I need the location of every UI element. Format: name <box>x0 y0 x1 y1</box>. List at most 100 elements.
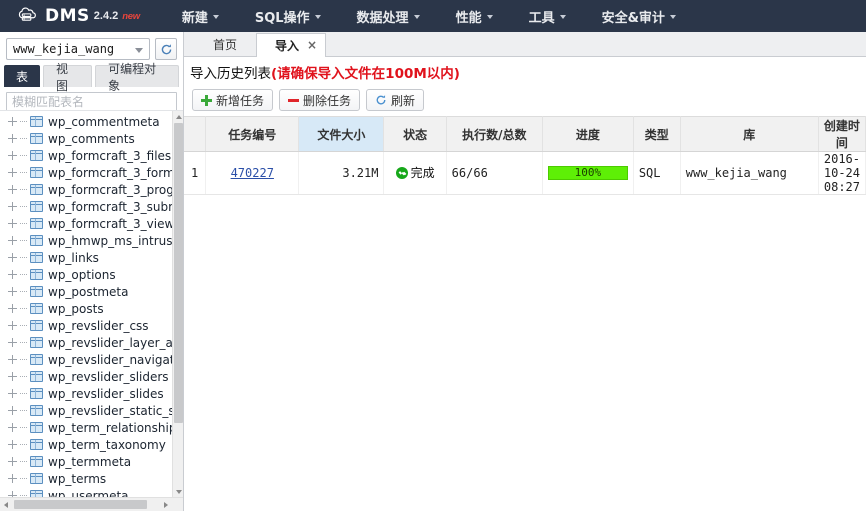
nav-data-process[interactable]: 数据处理 <box>339 0 438 32</box>
expand-icon[interactable] <box>8 117 17 126</box>
expand-icon[interactable] <box>8 270 17 279</box>
th-executed[interactable]: 执行数/总数 <box>446 117 542 152</box>
tree-item[interactable]: wp_comments <box>0 130 172 147</box>
tree-item[interactable]: wp_formcraft_3_submission <box>0 198 172 215</box>
expand-icon[interactable] <box>8 304 17 313</box>
dms-application: DMS 2.4.2 new 新建 SQL操作 数据处理 性能 工具 <box>0 0 866 511</box>
tree-vertical-scrollbar[interactable] <box>172 111 183 497</box>
expand-icon[interactable] <box>8 253 17 262</box>
table-filter-input[interactable] <box>6 92 177 112</box>
table-row[interactable]: 14702273.21M完成66/66100%SQLwww_kejia_wang… <box>184 152 866 195</box>
nav-sql[interactable]: SQL操作 <box>237 0 339 32</box>
sidebar-tab-views[interactable]: 视图 <box>43 65 92 87</box>
tree-item[interactable]: wp_revslider_static_slides <box>0 402 172 419</box>
expand-icon[interactable] <box>8 457 17 466</box>
nav-new[interactable]: 新建 <box>164 0 237 32</box>
expand-icon[interactable] <box>8 134 17 143</box>
nav-tools[interactable]: 工具 <box>511 0 584 32</box>
brand-version: 2.4.2 <box>94 10 118 22</box>
tree-item[interactable]: wp_formcraft_3_forms <box>0 164 172 181</box>
tree-connector-icon <box>20 359 27 360</box>
nav-menu: 新建 SQL操作 数据处理 性能 工具 安全&审计 <box>164 0 694 32</box>
expand-icon[interactable] <box>8 202 17 211</box>
table-icon <box>30 405 43 416</box>
tree-horizontal-scrollbar[interactable] <box>0 497 183 511</box>
expand-icon[interactable] <box>8 185 17 194</box>
expand-icon[interactable] <box>8 236 17 245</box>
expand-icon[interactable] <box>8 474 17 483</box>
tree-item[interactable]: wp_revslider_navigations <box>0 351 172 368</box>
expand-icon[interactable] <box>8 219 17 228</box>
scroll-left-arrow-icon[interactable] <box>0 498 12 511</box>
th-progress[interactable]: 进度 <box>543 117 634 152</box>
refresh-button[interactable]: 刷新 <box>366 89 424 111</box>
expand-icon[interactable] <box>8 406 17 415</box>
tree-item[interactable]: wp_revslider_css <box>0 317 172 334</box>
tree-item[interactable]: wp_commentmeta <box>0 113 172 130</box>
database-select[interactable]: www_kejia_wang <box>6 38 150 60</box>
th-file-size[interactable]: 文件大小 <box>299 117 384 152</box>
tab-import[interactable]: 导入 × <box>256 33 326 57</box>
expand-icon[interactable] <box>8 287 17 296</box>
tree-item[interactable]: wp_options <box>0 266 172 283</box>
close-icon[interactable]: × <box>307 39 317 51</box>
scroll-right-arrow-icon[interactable] <box>160 498 172 511</box>
tree-connector-icon <box>20 342 27 343</box>
delete-task-button[interactable]: 删除任务 <box>279 89 360 111</box>
th-index[interactable] <box>184 117 206 152</box>
th-schema[interactable]: 库 <box>680 117 818 152</box>
tree-item[interactable]: wp_formcraft_3_progress <box>0 181 172 198</box>
scroll-up-arrow-icon[interactable] <box>173 111 183 122</box>
add-task-button[interactable]: 新增任务 <box>192 89 273 111</box>
tree-item-label: wp_formcraft_3_submission <box>48 200 172 214</box>
table-icon <box>30 184 43 195</box>
tree-vertical-scroll-thumb[interactable] <box>174 123 183 423</box>
tree-item[interactable]: wp_term_taxonomy <box>0 436 172 453</box>
table-body: 14702273.21M完成66/66100%SQLwww_kejia_wang… <box>184 152 866 195</box>
expand-icon[interactable] <box>8 355 17 364</box>
brand-logo[interactable]: DMS 2.4.2 new <box>0 0 154 32</box>
th-status[interactable]: 状态 <box>384 117 446 152</box>
expand-icon[interactable] <box>8 151 17 160</box>
add-task-label: 新增任务 <box>216 92 264 109</box>
tree-item[interactable]: wp_termmeta <box>0 453 172 470</box>
import-history-table: 任务编号 文件大小 状态 执行数/总数 进度 类型 库 创建时间 1470227… <box>184 116 866 195</box>
tree-item[interactable]: wp_links <box>0 249 172 266</box>
scroll-down-arrow-icon[interactable] <box>173 486 183 497</box>
tree-connector-icon <box>20 138 27 139</box>
tree-item[interactable]: wp_posts <box>0 300 172 317</box>
tree-item[interactable]: wp_revslider_layer_animatio <box>0 334 172 351</box>
expand-icon[interactable] <box>8 423 17 432</box>
tree-item[interactable]: wp_postmeta <box>0 283 172 300</box>
sidebar-refresh-button[interactable] <box>155 38 177 60</box>
expand-icon[interactable] <box>8 338 17 347</box>
task-id-link[interactable]: 470227 <box>231 166 274 180</box>
tree-item[interactable]: wp_terms <box>0 470 172 487</box>
nav-security-audit[interactable]: 安全&审计 <box>584 0 694 32</box>
th-task-id[interactable]: 任务编号 <box>206 117 299 152</box>
tree-item[interactable]: wp_formcraft_3_views <box>0 215 172 232</box>
sidebar-tab-tables[interactable]: 表 <box>4 65 40 87</box>
tree-item-label: wp_formcraft_3_forms <box>48 166 172 180</box>
expand-icon[interactable] <box>8 321 17 330</box>
tree-item-label: wp_links <box>48 251 99 265</box>
nav-performance[interactable]: 性能 <box>438 0 511 32</box>
tree-item[interactable]: wp_usermeta <box>0 487 172 497</box>
table-tree[interactable]: wp_commentmetawp_commentswp_formcraft_3_… <box>0 111 172 497</box>
nav-security-audit-label: 安全&审计 <box>602 7 665 26</box>
expand-icon[interactable] <box>8 389 17 398</box>
tree-item[interactable]: wp_revslider_slides <box>0 385 172 402</box>
tree-item[interactable]: wp_revslider_sliders <box>0 368 172 385</box>
tree-item[interactable]: wp_hmwp_ms_intrusions <box>0 232 172 249</box>
expand-icon[interactable] <box>8 440 17 449</box>
tree-item[interactable]: wp_formcraft_3_files <box>0 147 172 164</box>
sidebar-tab-programmable-objects[interactable]: 可编程对象 <box>95 65 179 87</box>
tree-item[interactable]: wp_term_relationships <box>0 419 172 436</box>
th-type[interactable]: 类型 <box>633 117 680 152</box>
th-created-at[interactable]: 创建时间 <box>818 117 865 152</box>
expand-icon[interactable] <box>8 168 17 177</box>
tab-home[interactable]: 首页 <box>194 32 256 56</box>
tree-connector-icon <box>20 461 27 462</box>
expand-icon[interactable] <box>8 372 17 381</box>
tree-horizontal-scroll-thumb[interactable] <box>14 500 147 509</box>
